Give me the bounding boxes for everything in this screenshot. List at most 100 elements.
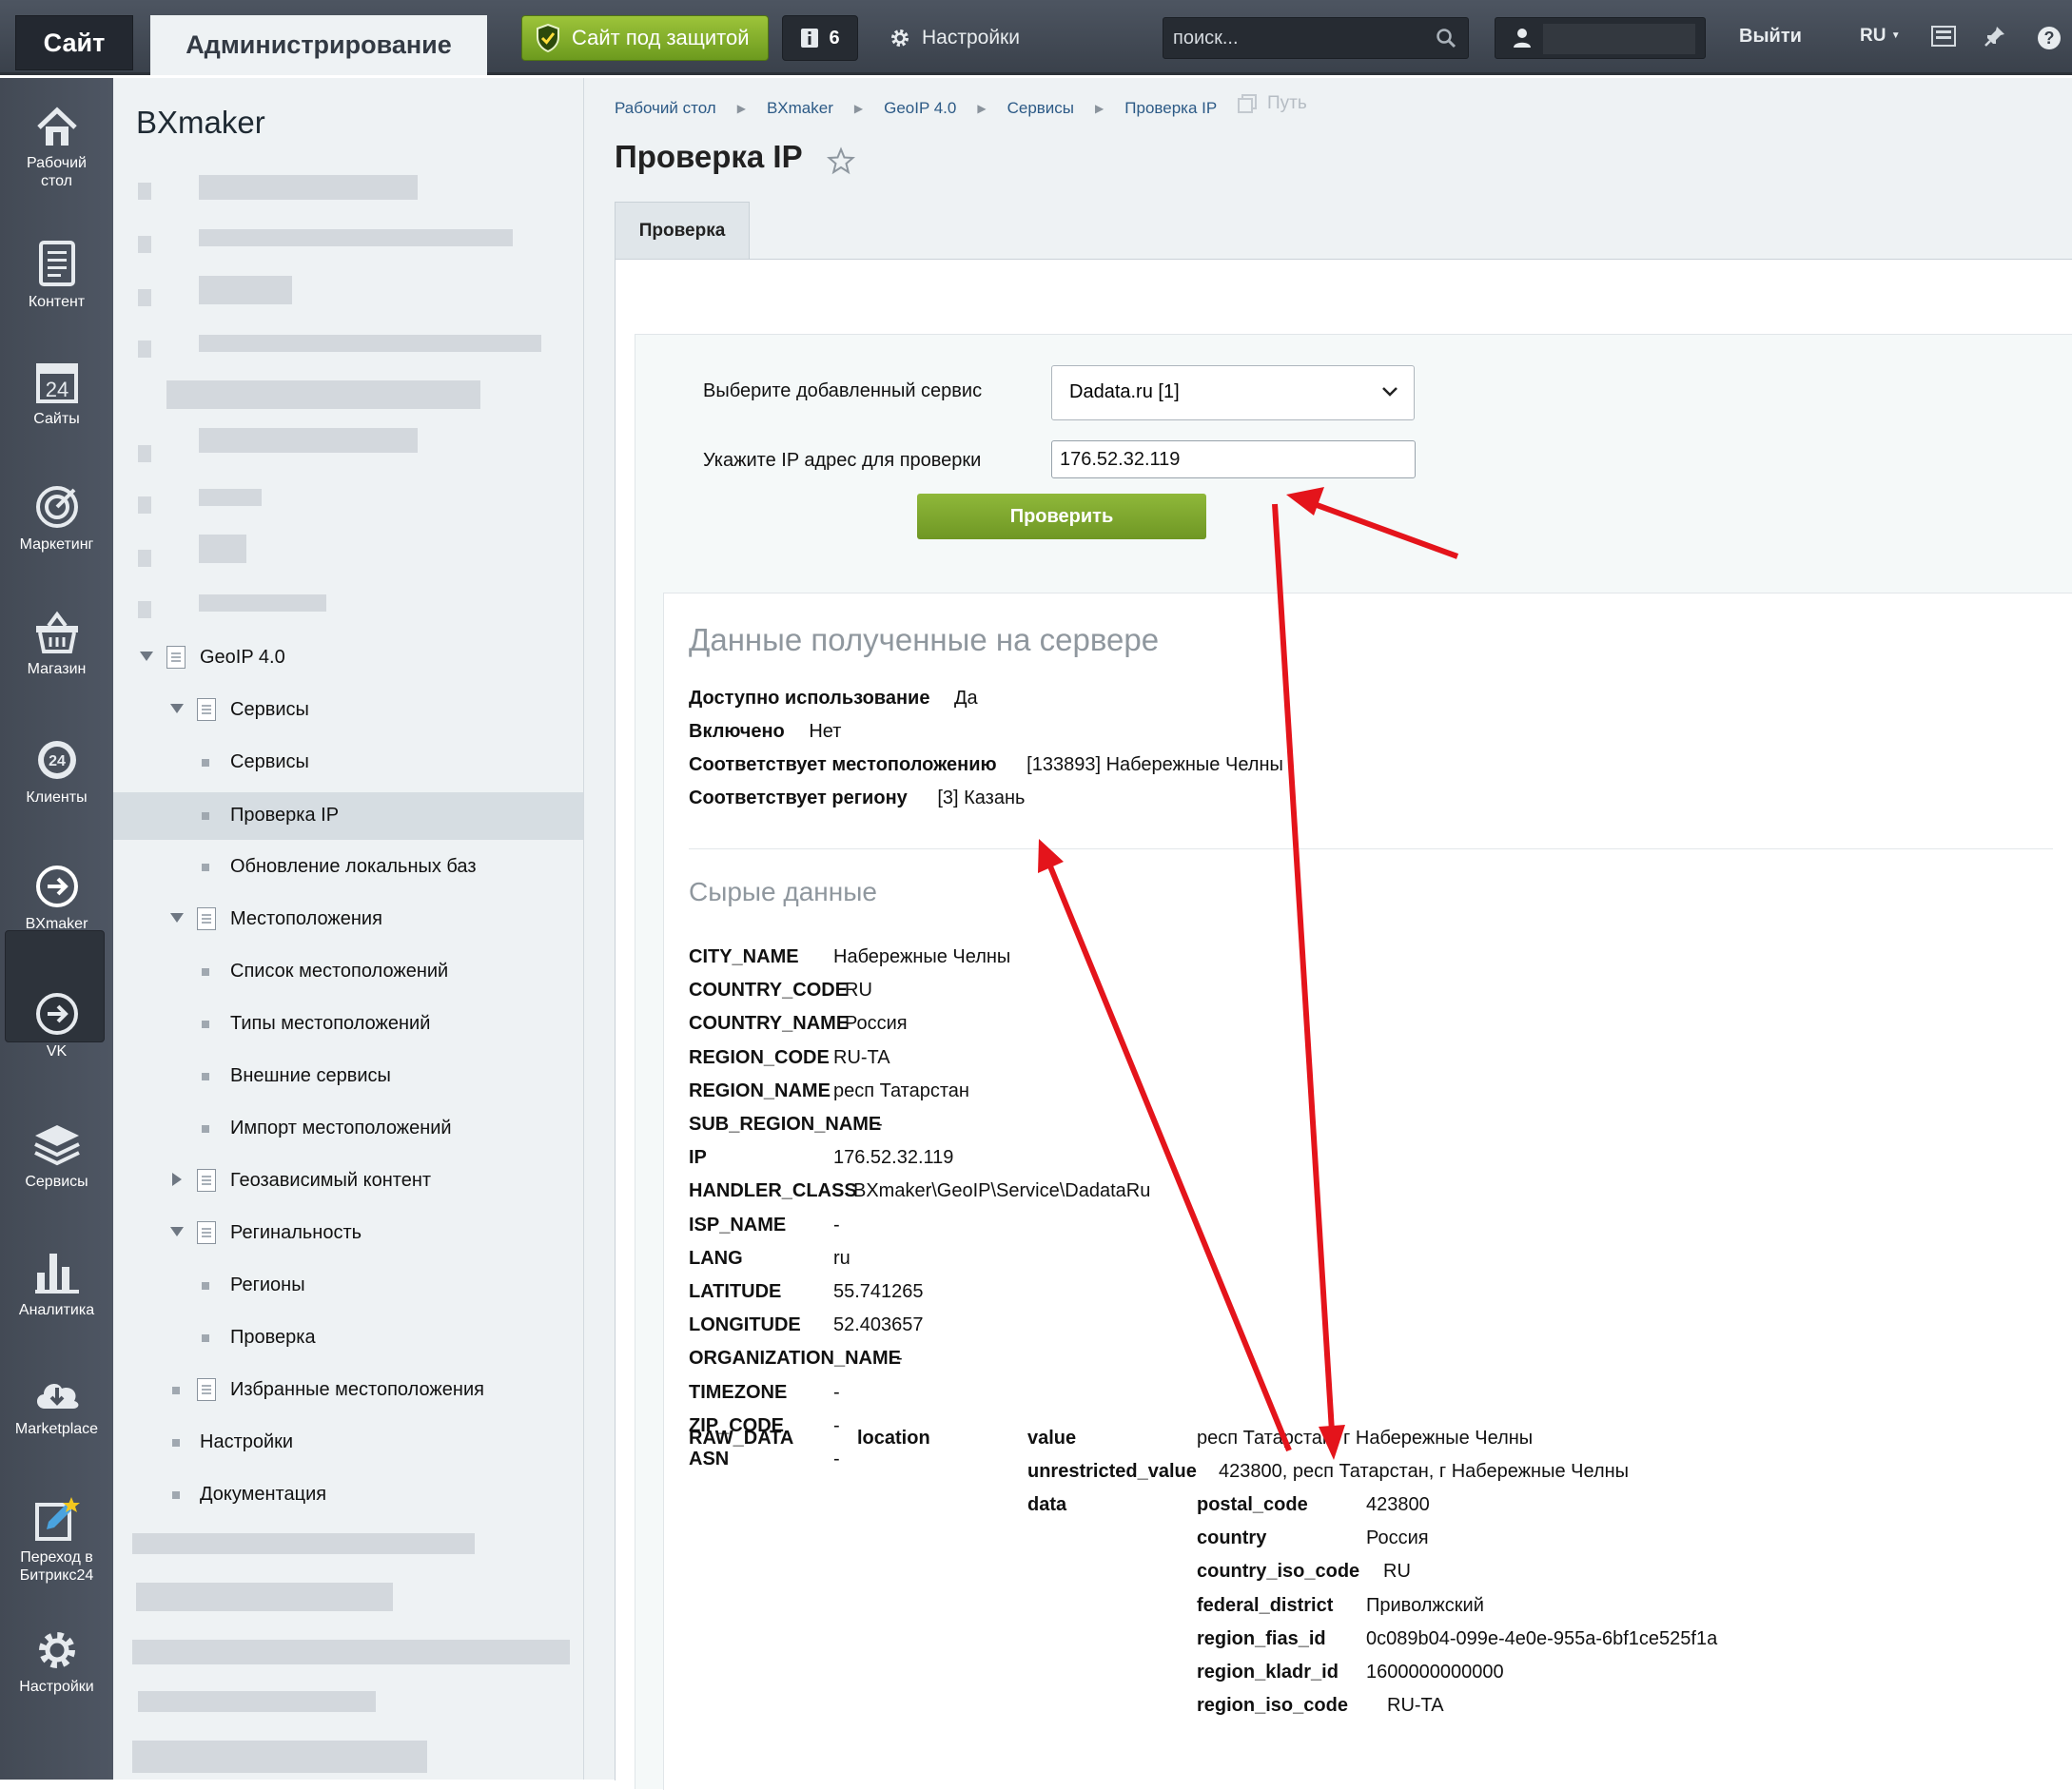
raw-data-sub-value: 1600000000000	[1366, 1662, 1504, 1683]
server-data-key: Доступно использование	[689, 688, 930, 709]
menu-item-settings[interactable]: Настройки	[113, 1419, 583, 1467]
menu-item-regions[interactable]: Регионы	[113, 1262, 583, 1310]
raw-data-value: RU	[845, 980, 872, 1002]
menu-item-geo-content[interactable]: Геозависимый контент	[113, 1158, 583, 1205]
section-marketing[interactable]: Маркетинг	[0, 484, 113, 554]
tab-panel: Выберите добавленный сервис Dadata.ru [1…	[615, 259, 2072, 1790]
search-icon[interactable]	[1436, 28, 1456, 49]
raw-data-value: респ Татарстан	[833, 1080, 969, 1101]
menu-item-check[interactable]: Проверка	[113, 1314, 583, 1362]
menu-item-documentation[interactable]: Документация	[113, 1471, 583, 1519]
redacted-item	[138, 1691, 376, 1712]
language-selector[interactable]: RU ▼	[1860, 26, 1901, 47]
raw-data-sub-key: region_fias_id	[1197, 1627, 1326, 1649]
path-button[interactable]: Путь	[1237, 93, 1307, 114]
raw-data-key: LATITUDE	[689, 1281, 782, 1302]
redacted-item	[138, 289, 151, 306]
chevron-down-icon[interactable]	[170, 913, 184, 923]
check-button[interactable]: Проверить	[917, 494, 1206, 539]
menu-item-ip-check[interactable]: Проверка IP	[113, 792, 583, 840]
section-marketplace[interactable]: Marketplace	[0, 1374, 113, 1438]
raw-data-value: -	[833, 1381, 840, 1403]
breadcrumb-link[interactable]: Сервисы	[1007, 99, 1074, 118]
shield-check-icon	[537, 24, 559, 52]
redacted-item	[199, 489, 262, 506]
menu-item-geoip[interactable]: GeoIP 4.0	[113, 634, 583, 682]
server-data-value: [3] Казань	[937, 788, 1026, 808]
menu-item-favorite-locations[interactable]: Избранные местоположения	[113, 1367, 583, 1414]
section-vk[interactable]: VK	[0, 991, 113, 1060]
calendar-icon: 24	[35, 363, 78, 403]
bullet-icon	[202, 1125, 209, 1133]
menu-item-location-types[interactable]: Типы местоположений	[113, 1001, 583, 1048]
raw-data-heading: Сырые данные	[689, 877, 877, 906]
site-protection-button[interactable]: Сайт под защитой	[521, 15, 769, 61]
gear-icon	[891, 29, 909, 47]
menu-item-update-local-db[interactable]: Обновление локальных баз	[113, 844, 583, 891]
menu-item-external-services[interactable]: Внешние сервисы	[113, 1053, 583, 1100]
ip-address-input[interactable]	[1051, 440, 1416, 478]
raw-data-sub-key: region_iso_code	[1197, 1695, 1348, 1717]
site-tab[interactable]: Сайт	[15, 15, 133, 70]
logout-button[interactable]: Выйти	[1739, 26, 1802, 48]
notifications-button[interactable]: 6	[782, 15, 858, 61]
redacted-item	[199, 594, 326, 612]
menu-item-services[interactable]: Сервисы	[113, 739, 583, 787]
raw-data-value: Россия	[845, 1013, 908, 1035]
menu-item-label: Регионы	[230, 1274, 305, 1295]
home-icon	[36, 107, 77, 146]
search-input[interactable]	[1163, 18, 1420, 58]
page-icon	[197, 1221, 216, 1244]
section-bitrix24[interactable]: Переход в Битрикс24	[0, 1495, 113, 1585]
menu-item-regionality[interactable]: Регинальность	[113, 1210, 583, 1257]
menu-item-services-group[interactable]: Сервисы	[113, 687, 583, 734]
server-data-value: Да	[954, 688, 978, 709]
section-settings[interactable]: Настройки	[0, 1628, 113, 1696]
breadcrumb-link[interactable]: Рабочий стол	[615, 99, 716, 118]
menu-item-label: Проверка IP	[230, 805, 340, 826]
menu-item-label: Типы местоположений	[230, 1013, 431, 1034]
settings-button[interactable]: Настройки	[889, 21, 1020, 55]
section-clients[interactable]: 24 Клиенты	[0, 737, 113, 807]
favorite-star-icon[interactable]	[827, 146, 855, 175]
breadcrumb-link[interactable]: BXmaker	[767, 99, 833, 118]
keyboard-icon[interactable]	[1931, 25, 1956, 48]
service-select-value: Dadata.ru [1]	[1069, 381, 1180, 402]
help-icon[interactable]: ?	[2036, 25, 2062, 51]
raw-data-sub-value: RU	[1383, 1561, 1411, 1583]
server-data-row: Соответствует местоположению [133893] На…	[689, 754, 1283, 776]
language-label: RU	[1860, 26, 1886, 46]
menu-item-locations-list[interactable]: Список местоположений	[113, 948, 583, 996]
breadcrumb-link[interactable]: GeoIP 4.0	[884, 99, 956, 118]
section-sites[interactable]: 24 Сайты	[0, 360, 113, 428]
pin-icon[interactable]	[1984, 25, 2006, 48]
menu-item-label: GeoIP 4.0	[200, 647, 285, 668]
menu-item-import-locations[interactable]: Импорт местоположений	[113, 1105, 583, 1153]
breadcrumb-separator-icon: ▶	[977, 102, 987, 115]
section-analytics[interactable]: Аналитика	[0, 1250, 113, 1319]
section-content[interactable]: Контент	[0, 240, 113, 311]
redacted-item	[132, 1741, 427, 1773]
tab-check[interactable]: Проверка	[615, 202, 750, 259]
service-select[interactable]: Dadata.ru [1]	[1051, 365, 1415, 420]
breadcrumb-link[interactable]: Проверка IP	[1124, 99, 1217, 118]
section-services[interactable]: Сервисы	[0, 1121, 113, 1191]
chevron-down-icon[interactable]	[170, 704, 184, 713]
page-icon	[166, 646, 186, 669]
chevron-down-icon[interactable]	[140, 652, 153, 661]
raw-data-sub-key: region_kladr_id	[1197, 1662, 1339, 1683]
server-data-key: Соответствует местоположению	[689, 754, 997, 775]
section-shop[interactable]: Магазин	[0, 611, 113, 678]
bullet-icon	[202, 1334, 209, 1342]
administration-tab[interactable]: Администрирование	[150, 15, 487, 75]
clients-icon: 24	[37, 741, 76, 779]
section-desktop[interactable]: Рабочий стол	[0, 107, 113, 190]
section-bxmaker[interactable]: BXmaker	[0, 864, 113, 933]
user-menu[interactable]	[1495, 17, 1706, 59]
section-label: Клиенты	[26, 789, 88, 806]
redacted-item	[132, 1533, 475, 1554]
bullet-icon	[202, 968, 209, 976]
menu-item-locations-group[interactable]: Местоположения	[113, 896, 583, 944]
chevron-down-icon[interactable]	[170, 1227, 184, 1236]
chevron-right-icon[interactable]	[172, 1173, 182, 1186]
